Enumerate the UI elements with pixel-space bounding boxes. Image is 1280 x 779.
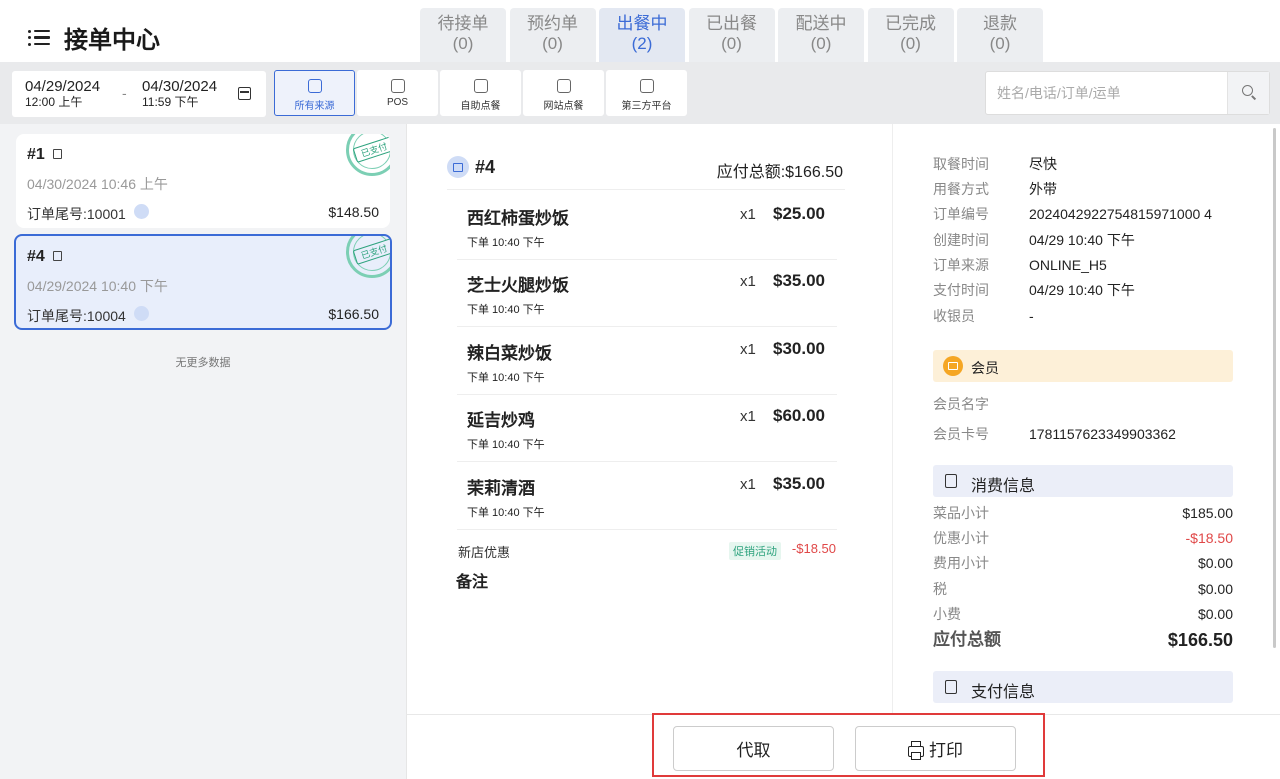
- tab-preparing[interactable]: 出餐中 (2): [599, 8, 685, 62]
- wallet-icon: [945, 680, 957, 694]
- menu-icon[interactable]: [28, 29, 50, 47]
- start-datetime: 04/29/2024 12:00 上午: [25, 78, 101, 109]
- grid-icon: [307, 79, 322, 93]
- order-card[interactable]: #1 04/30/2024 10:46 上午 订单尾号:10001 $148.5…: [16, 134, 390, 228]
- web-source-icon: [134, 306, 149, 321]
- tab-pending[interactable]: 待接单 (0): [420, 8, 506, 62]
- order-detail: #4 应付总额:$166.50 西红柿蛋炒饭 下单 10:40 下午 x1 $25.…: [406, 124, 892, 714]
- tab-completed[interactable]: 已完成 (0): [867, 8, 954, 62]
- delivery-icon: [639, 79, 654, 93]
- tab-reserved[interactable]: 预约单 (0): [509, 8, 596, 62]
- filter-bar: 04/29/2024 12:00 上午 - 04/30/2024 11:59 下…: [0, 62, 1280, 124]
- consume-section: 消费信息: [933, 465, 1233, 497]
- source-pos-button[interactable]: POS: [357, 70, 438, 116]
- calendar-icon[interactable]: [238, 87, 251, 100]
- source-filters: 所有来源 POS 自助点餐 网站点餐 第三方平台: [274, 70, 689, 116]
- search-box: [985, 71, 1270, 115]
- no-more-data: 无更多数据: [175, 357, 231, 369]
- list-item: 西红柿蛋炒饭 下单 10:40 下午 x1 $25.00: [457, 192, 837, 260]
- search-icon: [1242, 85, 1253, 96]
- tab-served[interactable]: 已出餐 (0): [688, 8, 775, 62]
- header: 接单中心 待接单 (0) 预约单 (0) 出餐中 (2) 已出餐 (0) 配送中 (0) …: [0, 0, 1280, 62]
- bag-icon: [53, 149, 62, 159]
- paid-stamp: 已支付: [346, 236, 390, 278]
- order-list: #1 04/30/2024 10:46 上午 订单尾号:10001 $148.5…: [0, 124, 406, 779]
- remark-heading: 备注: [456, 574, 489, 591]
- member-section: 会员: [933, 350, 1233, 382]
- promo-row: 新店优惠 促销活动 -$18.50: [458, 541, 836, 560]
- info-panel: 取餐时间 尽快 用餐方式 外带 订单编号 2024042922754815971000…: [892, 124, 1280, 714]
- web-icon: [556, 79, 571, 93]
- paid-stamp: 已支付: [346, 134, 390, 176]
- list-item: 茉莉清酒 下单 10:40 下午 x1 $35.00: [457, 462, 837, 530]
- order-card-selected[interactable]: #4 04/29/2024 10:40 下午 订单尾号:10004 $166.5…: [14, 234, 392, 330]
- tab-delivering[interactable]: 配送中 (0): [778, 8, 864, 62]
- pos-icon: [390, 79, 405, 93]
- highlight-box: [652, 713, 1045, 777]
- status-tabs: 待接单 (0) 预约单 (0) 出餐中 (2) 已出餐 (0) 配送中 (0) 已完成 (0…: [420, 8, 1047, 62]
- web-source-icon: [447, 156, 469, 178]
- bag-icon: [53, 251, 62, 261]
- source-kiosk-button[interactable]: 自助点餐: [440, 70, 521, 116]
- end-datetime: 04/30/2024 11:59 下午: [142, 78, 218, 109]
- tab-refund[interactable]: 退款 (0): [957, 8, 1043, 62]
- payment-section: 支付信息: [933, 671, 1233, 703]
- promo-tag: 促销活动: [729, 542, 781, 560]
- source-thirdparty-button[interactable]: 第三方平台: [606, 70, 687, 116]
- list-item: 辣白菜炒饭 下单 10:40 下午 x1 $30.00: [457, 327, 837, 395]
- search-button[interactable]: [1227, 72, 1269, 114]
- kiosk-icon: [473, 79, 488, 93]
- source-web-button[interactable]: 网站点餐: [523, 70, 604, 116]
- member-icon: [943, 356, 963, 376]
- app-title: 接单中心: [28, 20, 160, 55]
- scrollbar[interactable]: [1273, 128, 1276, 648]
- detail-header: #4 应付总额:$166.50: [447, 156, 845, 190]
- date-range-picker[interactable]: 04/29/2024 12:00 上午 - 04/30/2024 11:59 下…: [12, 71, 266, 117]
- list-item: 延吉炒鸡 下单 10:40 下午 x1 $60.00: [457, 394, 837, 462]
- web-source-icon: [134, 204, 149, 219]
- source-all-button[interactable]: 所有来源: [274, 70, 355, 116]
- search-input[interactable]: [986, 72, 1228, 114]
- list-item: 芝士火腿炒饭 下单 10:40 下午 x1 $35.00: [457, 259, 837, 327]
- date-separator: -: [122, 85, 127, 101]
- receipt-icon: [945, 474, 957, 488]
- page-title: 接单中心: [64, 27, 160, 54]
